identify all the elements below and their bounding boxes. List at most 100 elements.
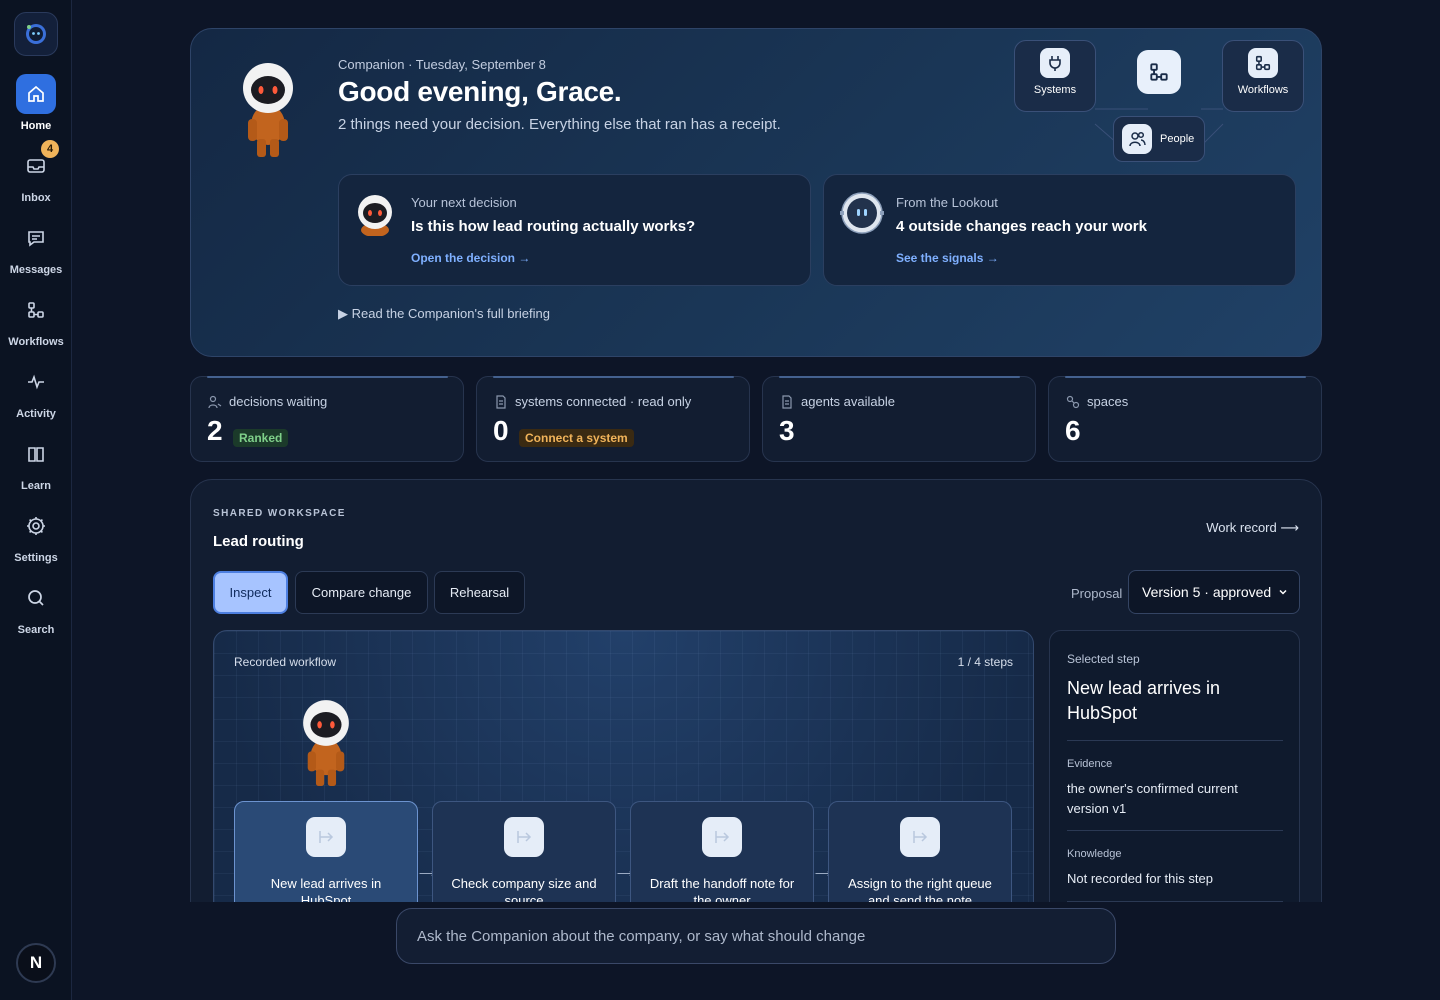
card-kicker: From the Lookout: [896, 195, 998, 210]
app-logo[interactable]: [14, 12, 58, 56]
sidebar-item-home[interactable]: Home: [0, 74, 72, 132]
stat-value: 3: [779, 415, 795, 446]
sidebar-item-label: Messages: [9, 264, 63, 276]
link-icon: [1066, 395, 1080, 409]
stat-decisions[interactable]: decisions waiting 2 Ranked: [190, 376, 464, 462]
card-title: 4 outside changes reach your work: [896, 218, 1147, 235]
proposal-select[interactable]: Version 5 · approved: [1128, 570, 1300, 614]
see-signals-link[interactable]: See the signals →: [896, 251, 999, 265]
stat-agents[interactable]: agents available 3: [762, 376, 1036, 462]
hub-label: Systems: [1033, 84, 1077, 96]
tab-compare-change[interactable]: Compare change: [295, 571, 428, 614]
page-title: Good evening, Grace.: [338, 76, 622, 107]
chevron-down-icon: [1279, 589, 1287, 595]
step-arrow-icon: [306, 817, 346, 857]
hub-workflows[interactable]: Workflows: [1222, 40, 1304, 112]
workflow-hub-icon[interactable]: [1137, 50, 1181, 94]
divider: [1067, 830, 1283, 831]
stat-accent-bar: [779, 376, 1020, 378]
briefing-toggle[interactable]: ▶ Read the Companion's full briefing: [338, 306, 550, 322]
hub-systems[interactable]: Systems: [1014, 40, 1096, 112]
inbox-badge: 4: [41, 140, 59, 158]
step-arrow-icon: [504, 817, 544, 857]
detail-title: New lead arrives in HubSpot: [1067, 678, 1221, 723]
workspace-title: Lead routing: [213, 533, 304, 550]
stat-label: decisions waiting: [229, 394, 328, 409]
step-arrow-icon: [900, 817, 940, 857]
workflow-icon: [16, 290, 56, 330]
sidebar-item-workflows[interactable]: Workflows: [0, 290, 72, 348]
document-icon: [496, 395, 506, 409]
proposal-value: Version 5 · approved: [1142, 584, 1272, 600]
hub-people[interactable]: People: [1113, 116, 1205, 162]
step-arrow-icon: [702, 817, 742, 857]
sidebar-item-label: Workflows: [8, 336, 64, 348]
sidebar-item-label: Settings: [14, 552, 58, 564]
stat-spaces[interactable]: spaces 6: [1048, 376, 1322, 462]
knowledge-value: Not recorded for this step: [1067, 871, 1213, 886]
sidebar-item-label: Home: [20, 120, 52, 132]
canvas-label: Recorded workflow: [234, 655, 337, 669]
hero-panel: Companion · Tuesday, September 8 Good ev…: [190, 28, 1322, 357]
home-icon: [16, 74, 56, 114]
open-decision-link[interactable]: Open the decision →: [411, 251, 530, 265]
sidebar-item-label: Activity: [16, 408, 56, 420]
hero-subtitle: 2 things need your decision. Everything …: [338, 116, 781, 133]
message-icon: [16, 218, 56, 258]
tab-inspect[interactable]: Inspect: [213, 571, 288, 614]
sidebar-item-inbox[interactable]: 4 Inbox: [0, 140, 72, 204]
plug-icon: [1040, 48, 1070, 78]
companion-logo-icon: [26, 24, 46, 44]
avatar[interactable]: N: [16, 943, 56, 983]
stat-value: 0: [493, 415, 509, 446]
evidence-label: Evidence: [1067, 758, 1113, 770]
stat-value: 6: [1065, 415, 1081, 446]
companion-robot-icon: [303, 700, 349, 787]
step-counter: 1 / 4 steps: [957, 655, 1013, 669]
sidebar-item-messages[interactable]: Messages: [0, 218, 72, 276]
sidebar-item-label: Search: [17, 624, 55, 636]
lookout-card[interactable]: From the Lookout 4 outside changes reach…: [823, 174, 1296, 286]
stat-accent-bar: [493, 376, 734, 378]
ask-companion-input[interactable]: Ask the Companion about the company, or …: [396, 908, 1116, 964]
stat-label: systems connected · read only: [515, 394, 692, 409]
robot-avatar-icon: [358, 195, 392, 236]
companion-robot-icon: [243, 63, 293, 157]
detail-kicker: Selected step: [1067, 652, 1140, 666]
stat-systems[interactable]: systems connected · read only 0 Connect …: [476, 376, 750, 462]
sidebar-item-search[interactable]: Search: [0, 578, 72, 636]
divider: [1067, 740, 1283, 741]
next-decision-card[interactable]: Your next decision Is this how lead rout…: [338, 174, 811, 286]
hub-label: Workflows: [1237, 84, 1289, 96]
document-icon: [782, 395, 792, 409]
ranked-badge: Ranked: [233, 429, 289, 447]
sidebar-item-learn[interactable]: Learn: [0, 434, 72, 492]
hub-label: People: [1160, 133, 1195, 145]
search-icon: [16, 578, 56, 618]
ask-placeholder: Ask the Companion about the company, or …: [417, 927, 866, 945]
workspace-kicker: SHARED WORKSPACE: [213, 508, 346, 519]
evidence-value: the owner's confirmed current version v1: [1067, 781, 1238, 816]
stat-accent-bar: [1065, 376, 1306, 378]
stat-accent-bar: [207, 376, 448, 378]
sidebar-item-activity[interactable]: Activity: [0, 362, 72, 420]
tab-rehearsal[interactable]: Rehearsal: [434, 571, 525, 614]
gear-icon: [16, 506, 56, 546]
knowledge-label: Knowledge: [1067, 848, 1122, 860]
work-record-link[interactable]: Work record ⟶: [1206, 520, 1299, 536]
people-icon: [1122, 124, 1152, 154]
stat-value: 2: [207, 415, 223, 446]
connect-system-button[interactable]: Connect a system: [519, 429, 634, 447]
proposal-label: Proposal: [1071, 586, 1123, 601]
person-icon: [208, 395, 222, 409]
lookout-bot-icon: [840, 192, 884, 234]
inbox-icon: 4: [16, 140, 59, 186]
activity-icon: [16, 362, 56, 402]
stat-label: spaces: [1087, 394, 1129, 409]
book-icon: [16, 434, 56, 474]
sidebar-item-settings[interactable]: Settings: [0, 506, 72, 564]
card-kicker: Your next decision: [411, 195, 517, 210]
sidebar-item-label: Inbox: [21, 192, 51, 204]
hero-kicker: Companion · Tuesday, September 8: [338, 57, 546, 72]
stat-label: agents available: [801, 394, 895, 409]
